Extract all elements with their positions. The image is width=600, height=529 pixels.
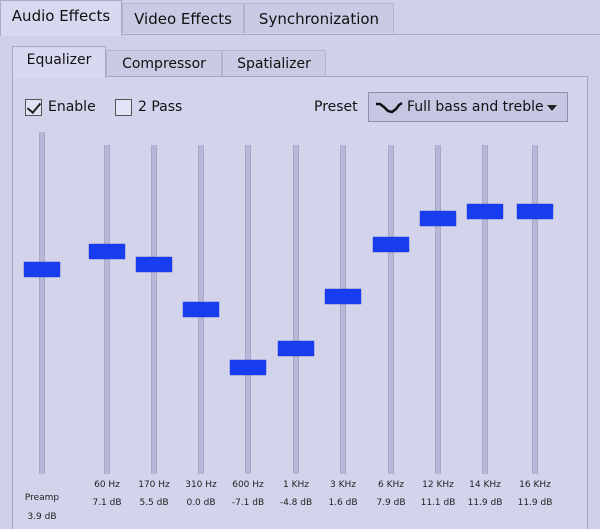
slider-handle[interactable] — [89, 243, 125, 259]
band-gain-label: 3.9 dB — [27, 512, 57, 522]
two-pass-option[interactable]: 2 Pass — [115, 96, 182, 118]
slider-handle[interactable] — [420, 210, 456, 226]
slider-track[interactable] — [532, 145, 538, 474]
slider-track[interactable] — [39, 132, 45, 474]
band-slider-170hz[interactable] — [136, 145, 172, 474]
enable-label: Enable — [48, 99, 96, 115]
tab-synchronization[interactable]: Synchronization — [244, 3, 394, 33]
band-slider-60hz[interactable] — [89, 145, 125, 474]
subtab-equalizer[interactable]: Equalizer — [12, 46, 106, 78]
check-mark-icon — [26, 98, 42, 114]
band-slider-600hz[interactable] — [230, 145, 266, 474]
band-slider-1khz[interactable] — [278, 145, 314, 474]
audio-subtabbar: Equalizer Compressor Spatializer — [12, 46, 598, 78]
enable-checkbox[interactable] — [25, 98, 42, 116]
two-pass-label: 2 Pass — [138, 99, 183, 115]
slider-track[interactable] — [151, 145, 157, 474]
preamp-slider[interactable] — [24, 132, 60, 474]
tab-audio-effects[interactable]: Audio Effects — [0, 0, 122, 36]
slider-track[interactable] — [104, 145, 110, 474]
band-slider-16khz[interactable] — [517, 145, 553, 474]
slider-track[interactable] — [293, 145, 299, 474]
slider-track[interactable] — [245, 145, 251, 474]
slider-handle[interactable] — [325, 288, 361, 304]
preset-label: Preset — [314, 99, 358, 115]
chevron-down-icon[interactable] — [547, 105, 557, 111]
preset-dropdown[interactable]: Full bass and treble — [368, 92, 568, 122]
tab-video-effects[interactable]: Video Effects — [122, 3, 244, 33]
slider-track[interactable] — [435, 145, 441, 474]
enable-option[interactable]: Enable — [25, 96, 96, 118]
band-slider-6khz[interactable] — [373, 145, 409, 474]
slider-handle[interactable] — [24, 262, 60, 278]
slider-handle[interactable] — [373, 237, 409, 253]
slider-track[interactable] — [340, 145, 346, 474]
slider-handle[interactable] — [517, 204, 553, 220]
preset-selected-value: Full bass and treble — [407, 99, 544, 115]
subtab-compressor[interactable]: Compressor — [106, 50, 222, 76]
two-pass-checkbox[interactable] — [115, 98, 132, 116]
band-slider-14khz[interactable] — [467, 145, 503, 474]
band-slider-3khz[interactable] — [325, 145, 361, 474]
slider-handle[interactable] — [136, 256, 172, 272]
slider-track[interactable] — [482, 145, 488, 474]
band-frequency-label: 16 KHz — [519, 480, 551, 490]
slider-handle[interactable] — [183, 302, 219, 317]
band-frequency-label: Preamp — [24, 493, 60, 503]
slider-handle[interactable] — [467, 204, 503, 220]
main-tabbar: Audio Effects Video Effects Synchronizat… — [0, 0, 600, 36]
band-slider-12khz[interactable] — [420, 145, 456, 474]
subtab-spatializer[interactable]: Spatializer — [222, 50, 326, 76]
slider-handle[interactable] — [278, 341, 314, 357]
slider-handle[interactable] — [230, 360, 266, 376]
slider-track[interactable] — [388, 145, 394, 474]
band-gain-label: 11.9 dB — [517, 498, 553, 508]
equalizer-curve-icon — [375, 100, 403, 114]
band-slider-310hz[interactable] — [183, 145, 219, 474]
